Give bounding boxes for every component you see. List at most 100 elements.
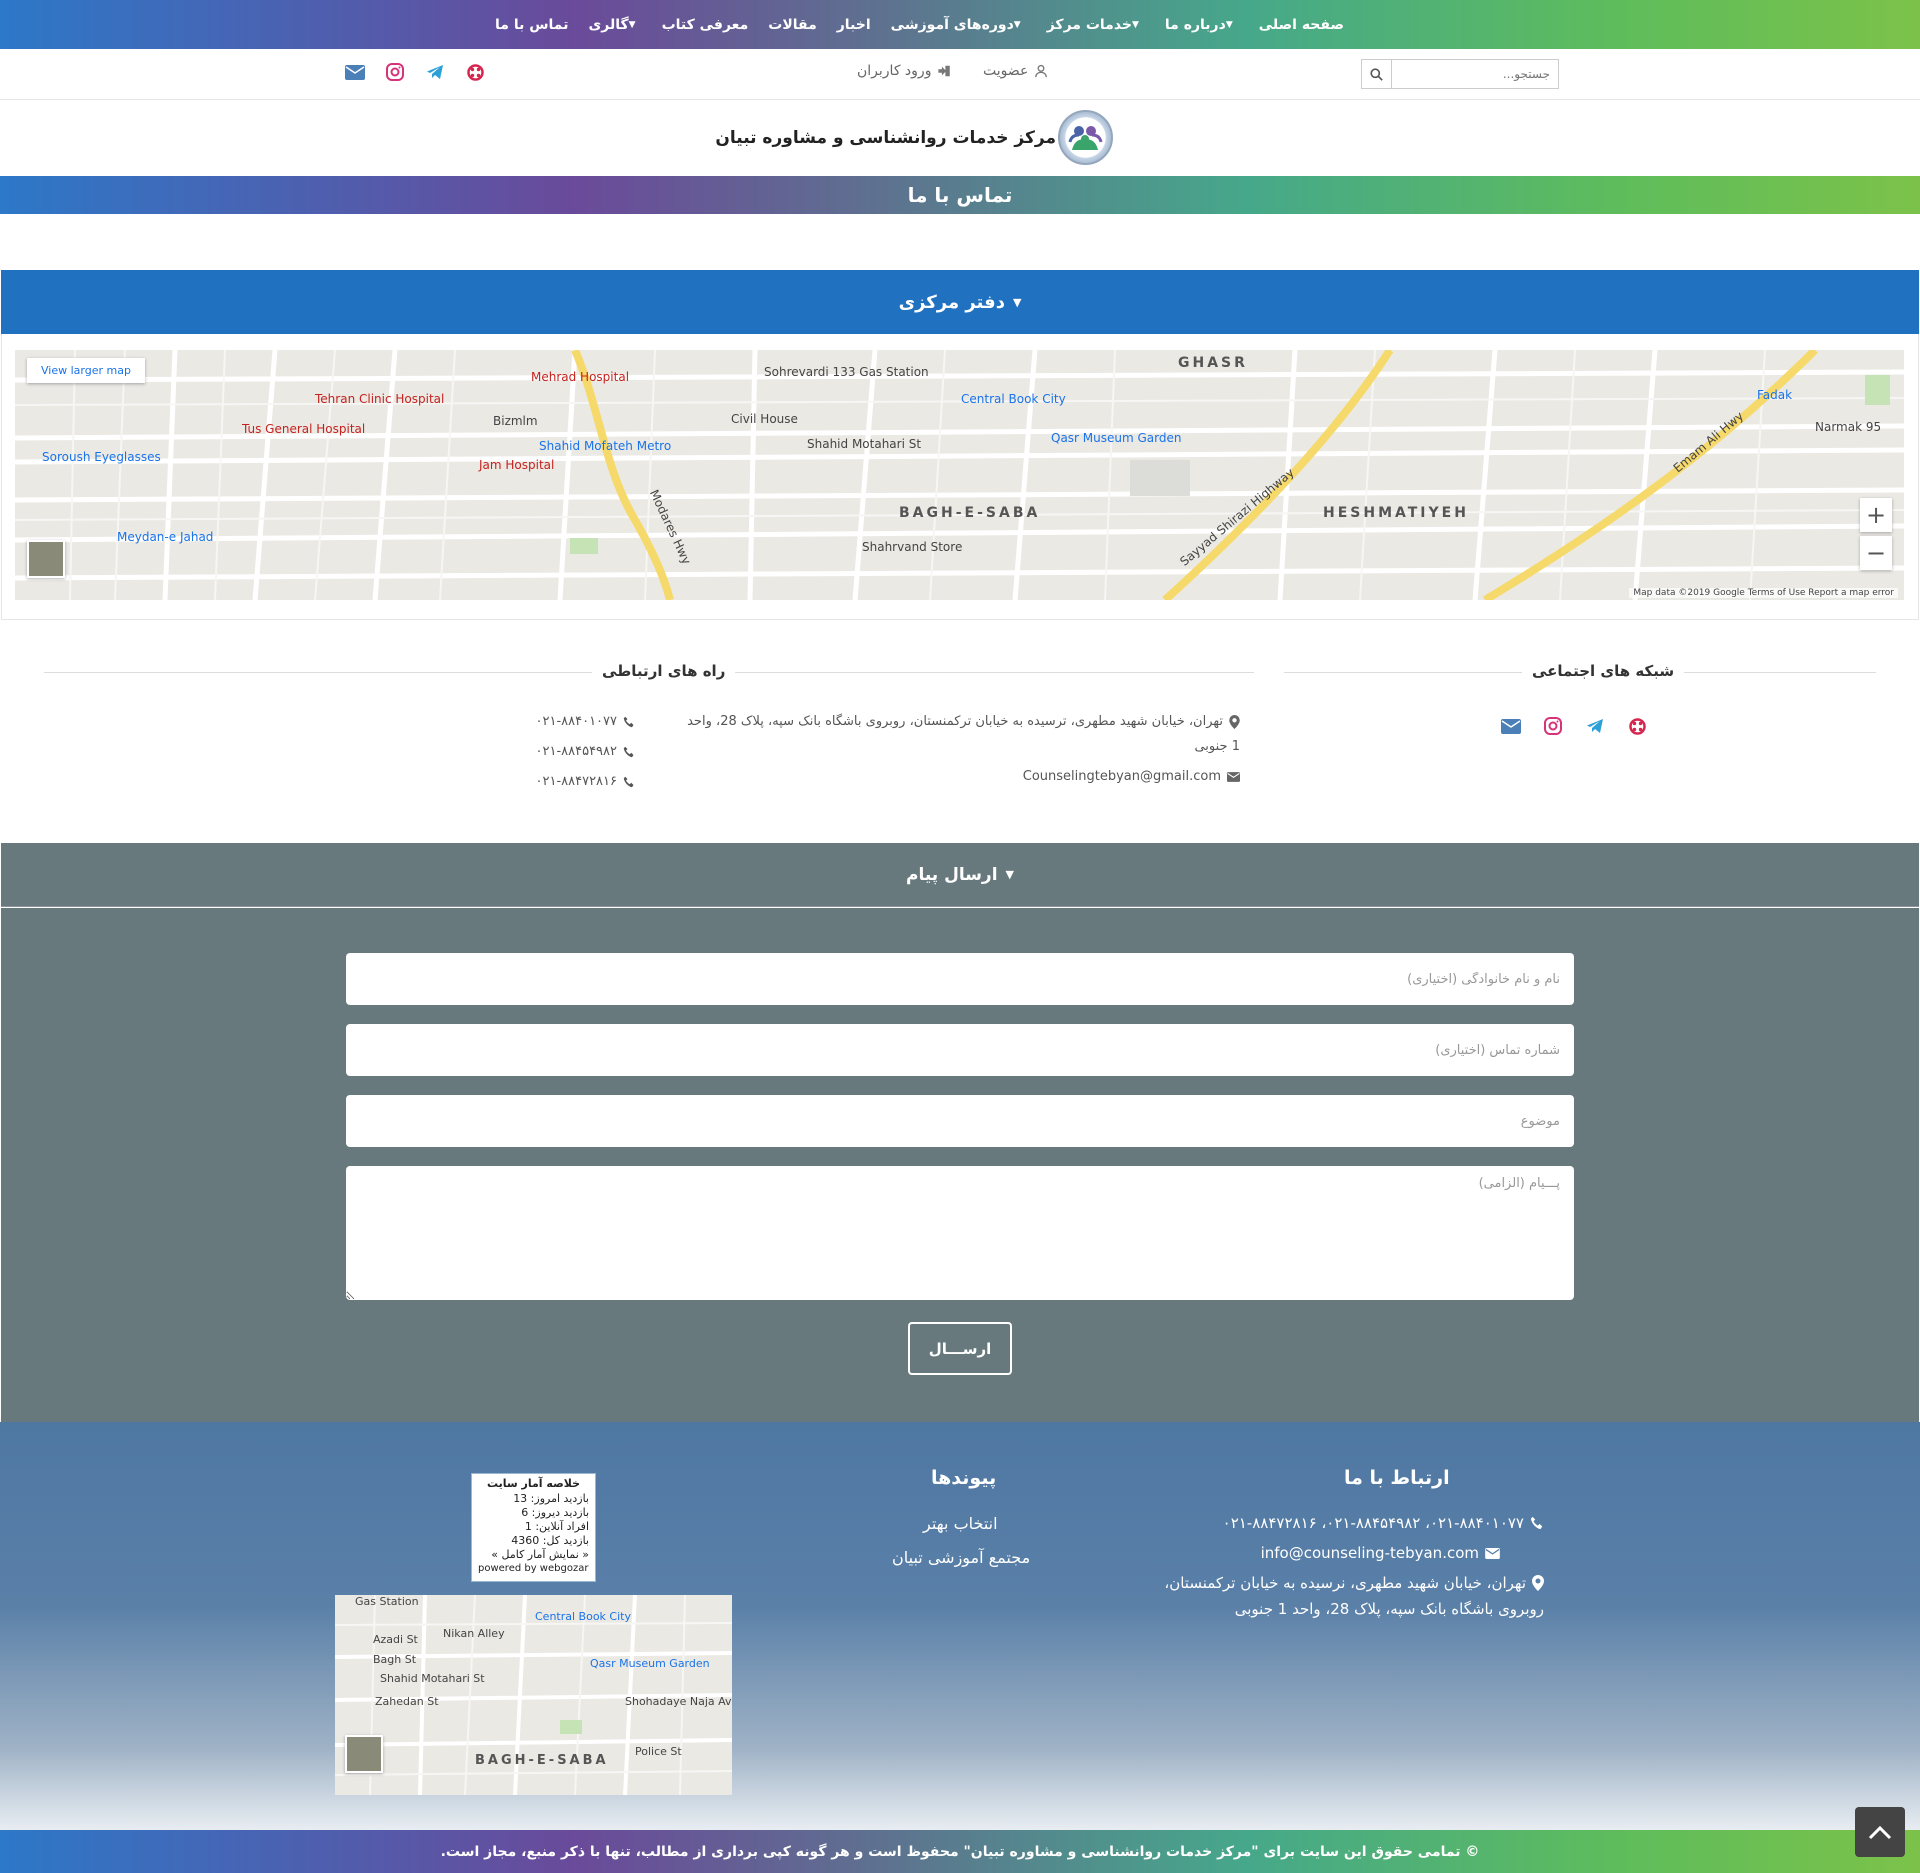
footer-link-tebyan[interactable]: مجتمع آموزشی تبیان	[892, 1548, 1030, 1567]
login-link[interactable]: ورود کاربران	[857, 63, 952, 79]
nav-item-label: دوره‌های آموزشی	[890, 16, 1014, 33]
signup-link[interactable]: عضویت	[983, 63, 1048, 79]
zoom-out-button[interactable]: −	[1860, 536, 1892, 570]
mini-map-label: Zahedan St	[375, 1695, 439, 1708]
stats-online: افراد آنلاین: 1	[524, 1520, 589, 1533]
map-label: Meydan-e Jahad	[117, 530, 214, 544]
footer-email: info@counseling-tebyan.com	[1261, 1544, 1500, 1562]
phone-number[interactable]: ۰۲۱-۸۸۴۰۱۰۷۷	[536, 714, 618, 729]
user-icon	[1035, 64, 1048, 78]
utility-bar: عضویت ورود کاربران	[0, 49, 1920, 100]
footer-address: تهران، خیابان شهید مطهری، نرسیده به خیاب…	[1164, 1574, 1544, 1592]
email-icon[interactable]	[1500, 715, 1522, 737]
copyright-text: © تمامی حقوق این سایت برای "مرکز خدمات ر…	[440, 1843, 1480, 1860]
copyright-bar: © تمامی حقوق این سایت برای "مرکز خدمات ر…	[0, 1830, 1920, 1873]
mini-map-label: Qasr Museum Garden	[590, 1657, 710, 1670]
footer-link-entekhab[interactable]: انتخاب بهتر	[923, 1514, 998, 1533]
nav-item[interactable]: اخبار	[837, 17, 871, 33]
map-label: BAGH-E-SABA	[899, 505, 1041, 521]
telegram-icon[interactable]	[1584, 715, 1606, 737]
message-heading: ارسال پیام	[905, 864, 998, 885]
chevron-down-icon: ▼	[1132, 19, 1139, 30]
nav-item-label: اخبار	[836, 16, 871, 33]
message-panel-header[interactable]: ارسال پیام ▼	[1, 843, 1919, 907]
aparat-icon[interactable]	[1626, 715, 1648, 737]
nav-item[interactable]: خدمات مرکز ▼	[1047, 17, 1145, 33]
mini-map-label: Bagh St	[373, 1653, 417, 1666]
zoom-in-button[interactable]: +	[1860, 498, 1892, 532]
nav-item[interactable]: معرفی کتاب	[662, 17, 749, 33]
nav-item[interactable]: مقالات	[768, 17, 817, 33]
footer-address-2: روبروی باشگاه بانک سپه، پلاک 28، واحد 1 …	[1235, 1600, 1544, 1618]
search-button[interactable]	[1362, 60, 1392, 88]
phone-number[interactable]: ۰۲۱-۸۸۴۷۲۸۱۶	[536, 774, 618, 789]
instagram-icon[interactable]	[1542, 715, 1564, 737]
office-map[interactable]: View larger map Tehran Clinic Hospital Tu…	[15, 350, 1904, 600]
contact-phone: ۰۲۱-۸۸۴۷۲۸۱۶	[536, 774, 636, 789]
nav-item-label: گالری	[588, 16, 629, 33]
telegram-icon[interactable]	[424, 61, 446, 83]
caret-down-icon: ▼	[1005, 868, 1015, 881]
stats-powered[interactable]: powered by webgozar	[478, 1562, 589, 1576]
signup-label: عضویت	[983, 63, 1029, 79]
map-credit: Map data ©2019 Google Terms of Use Repor…	[1629, 588, 1898, 598]
caret-down-icon: ▼	[1012, 295, 1022, 309]
nav-item[interactable]: صفحه اصلی	[1259, 17, 1344, 33]
chevron-down-icon: ▼	[1225, 19, 1233, 30]
satellite-toggle[interactable]	[27, 540, 65, 578]
map-label: Mehrad Hospital	[531, 370, 630, 384]
email-icon[interactable]	[344, 61, 366, 83]
envelope-icon	[1227, 771, 1240, 782]
email-link[interactable]: Counselingtebyan@gmail.com	[1023, 769, 1221, 784]
phone-field[interactable]	[346, 1024, 1574, 1076]
site-logo[interactable]	[1058, 110, 1113, 165]
map-label: Central Book City	[961, 392, 1066, 406]
footer-address-line2: روبروی باشگاه بانک سپه، پلاک 28، واحد 1 …	[1234, 1600, 1544, 1618]
nav-item[interactable]: دوره‌های آموزشی ▼	[891, 17, 1027, 33]
nav-menu: صفحه اصلی درباره ما ▼ خدمات مرکز ▼ دوره‌های آ…	[475, 0, 1344, 49]
top-social-links	[344, 61, 486, 83]
map-label: Shahid Mofateh Metro	[539, 439, 672, 453]
submit-button[interactable]: ارســـال	[908, 1322, 1012, 1375]
map-label: Sohrevardi 133 Gas Station	[764, 365, 929, 379]
stats-more-link[interactable]: « نمایش آمار کامل »	[478, 1548, 589, 1562]
phone-icon	[623, 716, 634, 727]
back-to-top-button[interactable]	[1855, 1807, 1905, 1857]
nav-item[interactable]: گالری ▼	[588, 17, 641, 33]
office-heading: دفتر مرکزی	[898, 291, 1005, 313]
nav-item[interactable]: تماس با ما	[495, 17, 568, 33]
nav-item-label: خدمات مرکز	[1046, 16, 1132, 33]
chevron-up-icon	[1868, 1825, 1892, 1840]
contact-phone: ۰۲۱-۸۸۴۰۱۰۷۷	[536, 714, 636, 729]
mini-map-label: Azadi St	[373, 1633, 418, 1646]
map-label: Qasr Museum Garden	[1051, 431, 1182, 445]
subject-field[interactable]	[346, 1095, 1574, 1147]
name-field[interactable]	[346, 953, 1574, 1005]
stats-today: بازدید امروز: 13	[513, 1492, 589, 1505]
footer-map[interactable]: Gas Station Central Book City Qasr Museum …	[335, 1595, 732, 1795]
search-box	[1361, 59, 1559, 89]
mini-map-label: Gas Station	[355, 1595, 419, 1608]
search-input[interactable]	[1392, 60, 1558, 88]
chevron-down-icon: ▼	[628, 19, 636, 30]
contact-phone: ۰۲۱-۸۸۴۵۴۹۸۲	[536, 744, 636, 759]
phone-icon	[1530, 1516, 1543, 1530]
contact-email: Counselingtebyan@gmail.com	[1023, 769, 1240, 784]
map-marker-icon	[1532, 1575, 1544, 1591]
phone-number[interactable]: ۰۲۱-۸۸۴۵۴۹۸۲	[536, 744, 618, 759]
contact-section-title: راه های ارتباطی	[592, 662, 736, 680]
footer-email-link[interactable]: info@counseling-tebyan.com	[1261, 1544, 1479, 1562]
message-field[interactable]	[346, 1166, 1574, 1300]
nav-item-label: درباره ما	[1164, 16, 1226, 33]
office-panel-header[interactable]: دفتر مرکزی ▼	[1, 270, 1919, 334]
chevron-down-icon: ▼	[1013, 19, 1021, 30]
view-larger-map-link[interactable]: View larger map	[27, 358, 145, 383]
instagram-icon[interactable]	[384, 61, 406, 83]
nav-item-label: تماس با ما	[495, 16, 569, 33]
stats-heading: خلاصه آمار سایت	[486, 1477, 580, 1490]
main-navigation: صفحه اصلی درباره ما ▼ خدمات مرکز ▼ دوره‌های آ…	[0, 0, 1920, 49]
nav-item[interactable]: درباره ما ▼	[1165, 17, 1239, 33]
aparat-icon[interactable]	[464, 61, 486, 83]
envelope-icon	[1485, 1547, 1500, 1559]
mini-map-satellite-toggle[interactable]	[345, 1735, 383, 1773]
